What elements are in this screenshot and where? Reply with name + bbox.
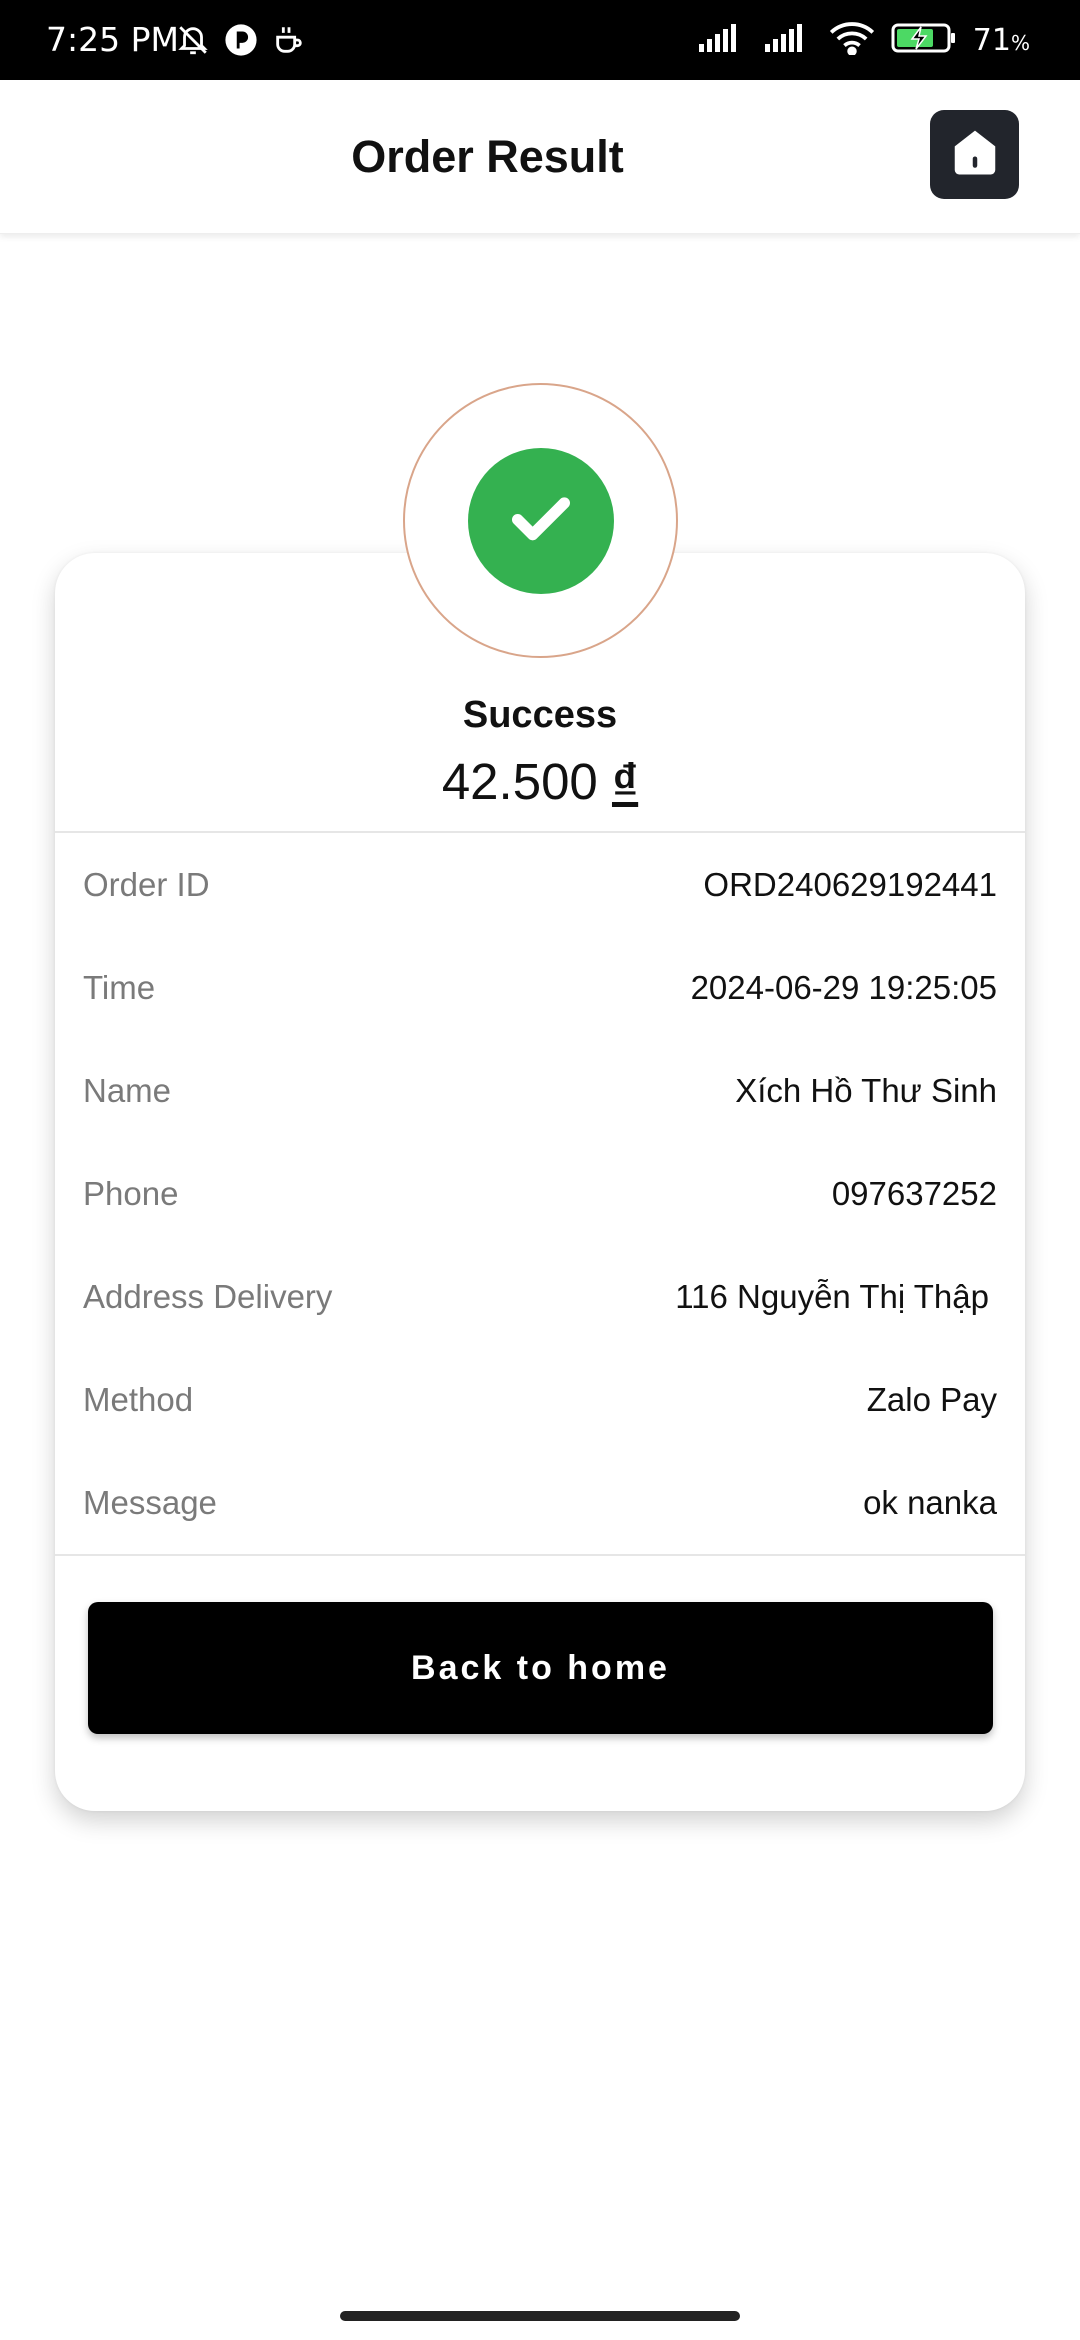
detail-row-order-id: Order ID ORD240629192441 bbox=[83, 855, 997, 915]
detail-value: ORD240629192441 bbox=[703, 866, 997, 903]
home-icon bbox=[948, 125, 1002, 184]
detail-label: Method bbox=[83, 1381, 194, 1418]
battery-unit: % bbox=[1010, 30, 1030, 55]
divider bbox=[55, 831, 1025, 833]
back-to-home-button[interactable]: Back to home bbox=[88, 1602, 993, 1734]
detail-row-time: Time 2024-06-29 19:25:05 bbox=[83, 958, 997, 1018]
payment-status: Success bbox=[462, 694, 618, 736]
detail-row-address: Address Delivery 116 Nguyễn Thị Thập bbox=[83, 1267, 997, 1327]
detail-row-message: Message ok nanka bbox=[83, 1473, 997, 1533]
detail-label: Phone bbox=[83, 1175, 179, 1212]
detail-row-name: Name Xích Hồ Thư Sinh bbox=[83, 1061, 997, 1121]
battery-charging-icon bbox=[891, 22, 957, 59]
gesture-home-indicator[interactable] bbox=[340, 2311, 740, 2321]
currency-symbol: ₫ bbox=[611, 753, 639, 810]
detail-value: 2024-06-29 19:25:05 bbox=[690, 969, 997, 1006]
detail-label: Address Delivery bbox=[83, 1278, 333, 1315]
signal-icon bbox=[763, 22, 813, 59]
bell-off-icon bbox=[176, 23, 210, 62]
payment-amount: 42.500 ₫ bbox=[0, 752, 1080, 811]
divider bbox=[55, 1554, 1025, 1556]
coffee-icon bbox=[272, 23, 306, 62]
status-icons-right: 71% bbox=[697, 0, 1030, 80]
detail-label: Name bbox=[83, 1072, 172, 1109]
detail-value: ok nanka bbox=[863, 1484, 997, 1521]
detail-row-method: Method Zalo Pay bbox=[83, 1370, 997, 1430]
page-title: Order Result bbox=[351, 131, 624, 182]
status-time: 7:25 PM bbox=[46, 20, 179, 59]
wifi-icon bbox=[829, 21, 875, 60]
detail-value: Zalo Pay bbox=[866, 1381, 997, 1418]
detail-label: Time bbox=[83, 969, 156, 1006]
home-button[interactable] bbox=[930, 110, 1019, 199]
status-bar: 7:25 PM 71% bbox=[0, 0, 1080, 80]
check-icon bbox=[501, 478, 581, 563]
app-header: Order Result bbox=[0, 80, 1080, 234]
signal-icon bbox=[697, 22, 747, 59]
detail-label: Order ID bbox=[83, 866, 210, 903]
detail-label: Message bbox=[83, 1484, 217, 1521]
detail-row-phone: Phone 097637252 bbox=[83, 1164, 997, 1224]
notification-app-icon bbox=[224, 23, 258, 62]
battery-level-value: 71 bbox=[972, 22, 1011, 58]
detail-value: Xích Hồ Thư Sinh bbox=[735, 1072, 997, 1109]
detail-value: 116 Nguyễn Thị Thập bbox=[675, 1278, 989, 1315]
success-badge bbox=[403, 383, 678, 658]
amount-value: 42.500 bbox=[441, 753, 598, 810]
detail-value: 097637252 bbox=[831, 1175, 997, 1212]
success-check-circle bbox=[467, 447, 614, 594]
battery-level: 71% bbox=[973, 23, 1030, 58]
status-icons-left bbox=[176, 23, 306, 62]
